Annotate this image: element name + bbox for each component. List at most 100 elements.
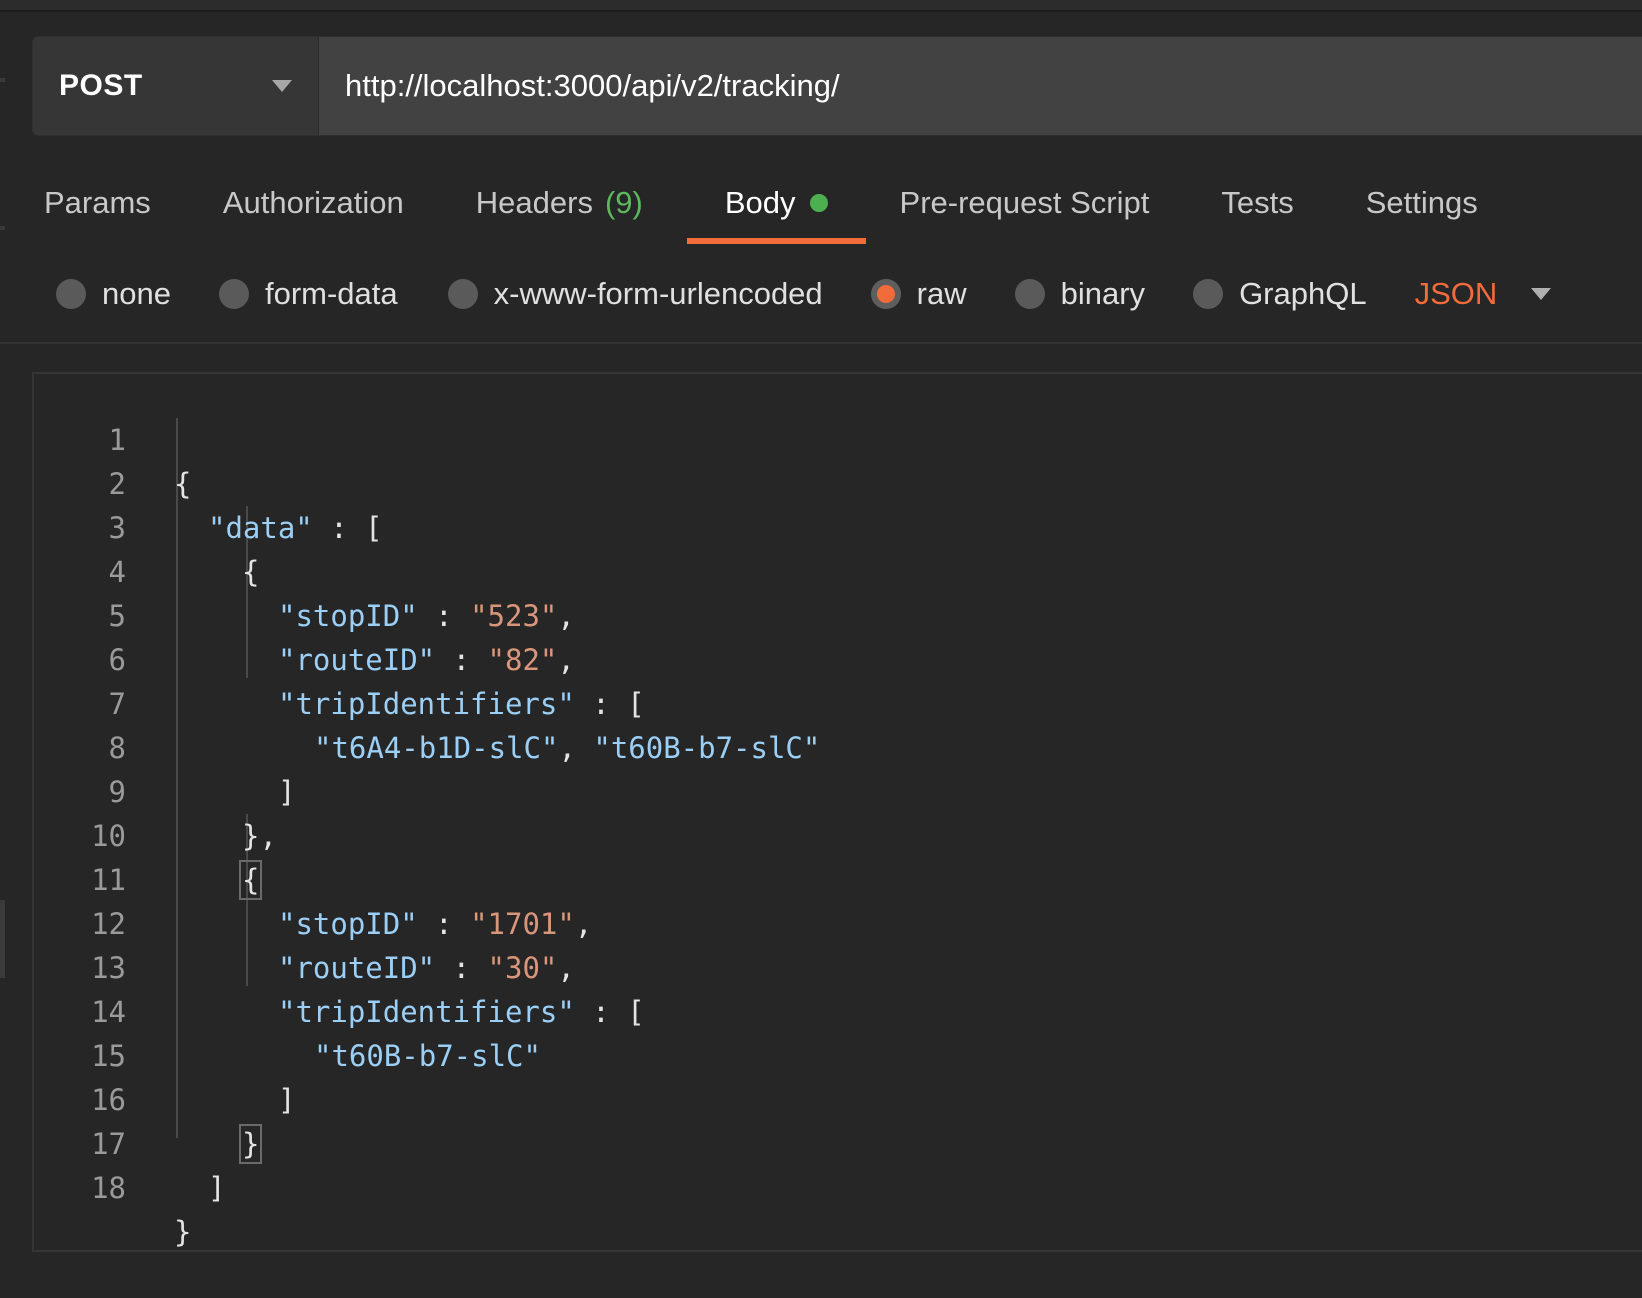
code-text: ] [278,1078,295,1122]
json-string: "1701" [470,907,575,941]
json-string: "t60B-b7-slC" [314,1039,541,1073]
radio-button[interactable] [56,279,86,309]
json-string: "t60B-b7-slC" [593,731,821,765]
code-line: 6 "tripIdentifiers" : [ [34,594,645,721]
token: : [435,643,488,677]
code-line: 7 "t6A4-b1D-slC", "t60B-b7-slC" [34,638,821,765]
token: : [417,907,471,941]
tab-label: Params [44,185,151,220]
radio-label: GraphQL [1239,276,1367,311]
active-tab-indicator [686,238,866,244]
matched-bracket: { [238,860,263,900]
json-string: "t6A4-b1D-slC" [314,731,559,765]
code-line: 1 { [34,374,192,501]
url-input[interactable]: http://localhost:3000/api/v2/tracking/ [319,37,1642,135]
code-text: { [242,550,259,594]
radio-label: raw [916,276,967,311]
radio-button-selected[interactable] [870,279,901,309]
code-text: "routeID" : "82", [278,638,575,682]
code-line: 4 "stopID" : "523", [34,506,575,633]
token: , [557,951,575,985]
raw-format-dropdown[interactable]: JSON [1415,276,1552,312]
code-line: 14 "t60B-b7-slC" [34,946,541,1073]
token: : [ [574,995,645,1029]
tab-label: Tests [1221,185,1294,220]
matched-bracket: } [238,1124,263,1164]
method-label: POST [59,69,143,102]
token: , [574,907,593,941]
token: : [435,951,488,985]
tab-pre-request-script[interactable]: Pre-request Script [900,168,1150,238]
chevron-down-icon [1531,288,1552,300]
json-string: "82" [487,643,558,677]
code-line: 5 "routeID" : "82", [34,550,575,677]
body-type-selector: none form-data x-www-form-urlencoded raw… [56,262,1552,326]
edge-marker [0,226,5,230]
code-line: 17 ] [34,1078,225,1205]
token: { [174,467,192,501]
code-text: { [174,462,191,506]
code-line: 10 { [34,770,263,900]
token: , [558,731,576,765]
radio-label: binary [1060,276,1146,311]
radio-label: x-www-form-urlencoded [493,276,823,311]
section-divider [0,342,1642,344]
headers-count-badge: (9) [604,185,643,220]
json-key: "tripIdentifiers" [278,687,575,721]
code-line: 11 "stopID" : "1701", [34,814,592,941]
code-text: "data" : [ [208,506,383,550]
method-dropdown[interactable]: POST [33,37,319,135]
code-line: 9 }, [34,726,277,853]
tab-label: Pre-request Script [899,185,1150,220]
code-text: "routeID" : "30", [278,946,575,990]
code-text: { [238,858,263,902]
token: } [174,1215,192,1249]
code-line: 3 { [34,462,260,589]
json-key: "routeID" [278,951,436,985]
token: }, [242,819,277,853]
tab-body[interactable]: Body [686,168,866,244]
body-type-form-data[interactable]: form-data [218,276,398,312]
code-text: ] [278,770,295,814]
tab-tests[interactable]: Tests [1221,168,1293,238]
request-url-bar: POST http://localhost:3000/api/v2/tracki… [32,36,1642,136]
request-tabs: Params Authorization Headers (9) Body Pr… [44,168,1478,244]
radio-button[interactable] [1193,279,1224,309]
body-type-binary[interactable]: binary [1014,276,1146,312]
code-text: ] [208,1166,225,1210]
body-type-urlencoded[interactable]: x-www-form-urlencoded [447,276,823,312]
token: { [242,555,260,589]
radio-label: form-data [264,276,398,311]
json-key: "stopID" [278,907,418,941]
body-type-graphql[interactable]: GraphQL [1193,276,1367,312]
radio-button[interactable] [447,279,478,309]
tab-label: Headers [475,185,593,220]
token: ] [278,775,296,809]
body-code-editor[interactable]: 1 { 2 "data" : [ 3 { 4 "stopID" : "523",… [32,372,1642,1252]
json-string: "30" [487,951,558,985]
code-line: 16 } [34,1034,263,1164]
code-line: 18 } [34,1122,191,1249]
code-text: "t6A4-b1D-slC", "t60B-b7-slC" [314,726,820,770]
tab-authorization[interactable]: Authorization [223,168,404,238]
code-text: }, [242,814,277,858]
tab-headers[interactable]: Headers (9) [476,168,643,238]
radio-button[interactable] [218,279,249,309]
body-type-raw[interactable]: raw [870,276,967,312]
line-number: 18 [91,1171,126,1205]
code-line: 12 "routeID" : "30", [34,858,575,985]
code-text: "stopID" : "1701", [278,902,592,946]
token: : [ [574,687,645,721]
radio-label: none [102,276,171,311]
token: , [557,643,575,677]
body-type-none[interactable]: none [56,276,171,312]
tab-params[interactable]: Params [44,168,151,238]
tab-settings[interactable]: Settings [1366,168,1478,238]
token: : [ [312,511,383,545]
edge-marker [0,900,5,978]
token: : [417,599,471,633]
body-modified-dot-icon [809,194,828,212]
json-key: "routeID" [278,643,436,677]
radio-button[interactable] [1014,279,1045,309]
code-text: "tripIdentifiers" : [ [278,990,645,1034]
